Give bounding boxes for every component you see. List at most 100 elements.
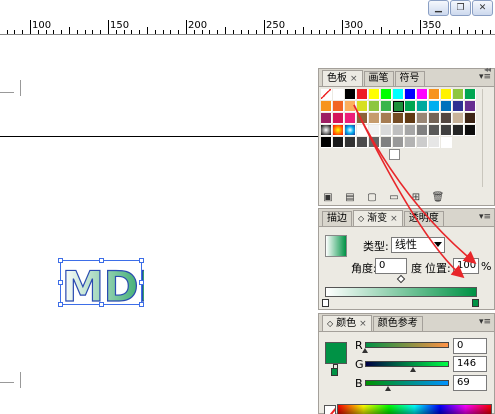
swatch[interactable]: [345, 101, 356, 112]
swatch[interactable]: [381, 89, 392, 100]
resize-handle[interactable]: [139, 258, 144, 263]
channel-g-input[interactable]: 146: [453, 356, 487, 372]
swatch[interactable]: [405, 125, 416, 136]
new-color-group-icon[interactable]: ▭: [387, 191, 401, 203]
swatch[interactable]: [453, 101, 464, 112]
resize-handle[interactable]: [58, 280, 63, 285]
swatch[interactable]: [333, 137, 344, 148]
swatch[interactable]: [321, 137, 332, 148]
swatch[interactable]: [417, 101, 428, 112]
swatch[interactable]: [357, 101, 368, 112]
gradient-type-select[interactable]: 线性: [391, 237, 445, 253]
swatch[interactable]: [429, 89, 440, 100]
swatch[interactable]: [381, 113, 392, 124]
new-swatch-icon[interactable]: ⊞: [409, 191, 423, 203]
swatch[interactable]: [333, 101, 344, 112]
swatch[interactable]: [381, 137, 392, 148]
swatch[interactable]: [441, 101, 452, 112]
swatch[interactable]: [321, 113, 332, 124]
resize-handle[interactable]: [58, 302, 63, 307]
gradient-stop-start[interactable]: [322, 299, 329, 307]
swatch[interactable]: [357, 89, 368, 100]
swatch[interactable]: [369, 113, 380, 124]
swatch-gradient[interactable]: [345, 125, 356, 136]
resize-handle[interactable]: [139, 280, 144, 285]
swatch[interactable]: [405, 137, 416, 148]
swatch-selected[interactable]: [393, 101, 404, 112]
channel-b-slider[interactable]: [365, 380, 449, 386]
tab-color[interactable]: ◇ 颜色 ×: [322, 315, 372, 331]
swatches-scrollbar[interactable]: [482, 89, 492, 187]
tab-symbols[interactable]: 符号: [394, 71, 425, 86]
swatch[interactable]: [405, 101, 416, 112]
resize-handle[interactable]: [99, 302, 104, 307]
angle-input[interactable]: 0: [375, 258, 407, 274]
swatch-gradient[interactable]: [333, 125, 344, 136]
swatch[interactable]: [393, 89, 404, 100]
swatch[interactable]: [453, 113, 464, 124]
swatch[interactable]: [405, 89, 416, 100]
swatch[interactable]: [321, 101, 332, 112]
swatch[interactable]: [441, 137, 452, 148]
tab-brushes[interactable]: 画笔: [363, 71, 394, 86]
position-input[interactable]: 100: [453, 258, 479, 274]
swatch[interactable]: [381, 101, 392, 112]
tab-stroke[interactable]: 描边: [322, 211, 352, 226]
horizontal-ruler[interactable]: 100 150 200 250 300 350: [0, 19, 495, 35]
gradient-preview[interactable]: [325, 235, 347, 257]
swatch[interactable]: [357, 125, 368, 136]
swatch[interactable]: [453, 89, 464, 100]
swatch[interactable]: [429, 137, 440, 148]
show-swatch-kinds-icon[interactable]: ▤: [343, 191, 357, 203]
channel-r-slider[interactable]: [365, 342, 449, 348]
channel-b-thumb[interactable]: [384, 386, 391, 391]
swatch-options-icon[interactable]: ▢: [365, 191, 379, 203]
restore-button[interactable]: ❐: [450, 0, 471, 16]
swatch[interactable]: [405, 113, 416, 124]
swatch[interactable]: [345, 113, 356, 124]
close-icon[interactable]: ×: [350, 72, 358, 86]
swatch[interactable]: [465, 89, 476, 100]
channel-g-thumb[interactable]: [410, 367, 417, 372]
resize-handle[interactable]: [99, 258, 104, 263]
gradient-slider-bar[interactable]: [325, 287, 477, 297]
swatch-libraries-icon[interactable]: ▣: [321, 191, 335, 203]
swatch[interactable]: [369, 101, 380, 112]
swatch[interactable]: [429, 101, 440, 112]
swatch[interactable]: [369, 125, 380, 136]
panel-menu-icon[interactable]: ▾≡: [479, 317, 491, 327]
resize-handle[interactable]: [58, 258, 63, 263]
swatch[interactable]: [393, 125, 404, 136]
swatch[interactable]: [369, 137, 380, 148]
gradient-stop-end[interactable]: [472, 299, 479, 307]
swatch[interactable]: [357, 137, 368, 148]
swatch[interactable]: [417, 89, 428, 100]
delete-swatch-icon[interactable]: 🗑: [431, 191, 445, 203]
swatch[interactable]: [333, 89, 344, 100]
tab-color-guide[interactable]: 颜色参考: [372, 316, 423, 331]
swatch[interactable]: [393, 113, 404, 124]
minimize-button[interactable]: ▁: [428, 0, 449, 16]
swatch-none[interactable]: [321, 89, 332, 100]
fill-color-swatch[interactable]: [325, 342, 347, 364]
swatch[interactable]: [465, 125, 476, 136]
swatch[interactable]: [465, 101, 476, 112]
channel-b-input[interactable]: 69: [453, 375, 487, 391]
resize-handle[interactable]: [139, 302, 144, 307]
tab-transparency[interactable]: 透明度: [403, 211, 444, 226]
tab-gradient[interactable]: ◇ 渐变 ×: [353, 210, 403, 226]
channel-r-thumb[interactable]: [362, 348, 368, 353]
panel-menu-icon[interactable]: ▾≡: [479, 72, 491, 82]
swatch-white[interactable]: [389, 149, 400, 160]
close-icon[interactable]: ×: [359, 317, 367, 331]
swatch[interactable]: [417, 113, 428, 124]
swatch[interactable]: [417, 125, 428, 136]
channel-g-slider[interactable]: [365, 361, 449, 367]
swatch[interactable]: [441, 89, 452, 100]
gradient-midpoint-diamond[interactable]: [396, 274, 406, 284]
swatch[interactable]: [429, 113, 440, 124]
close-button[interactable]: ✕: [472, 0, 493, 16]
swatch[interactable]: [357, 113, 368, 124]
swatch[interactable]: [465, 113, 476, 124]
swatch[interactable]: [393, 137, 404, 148]
